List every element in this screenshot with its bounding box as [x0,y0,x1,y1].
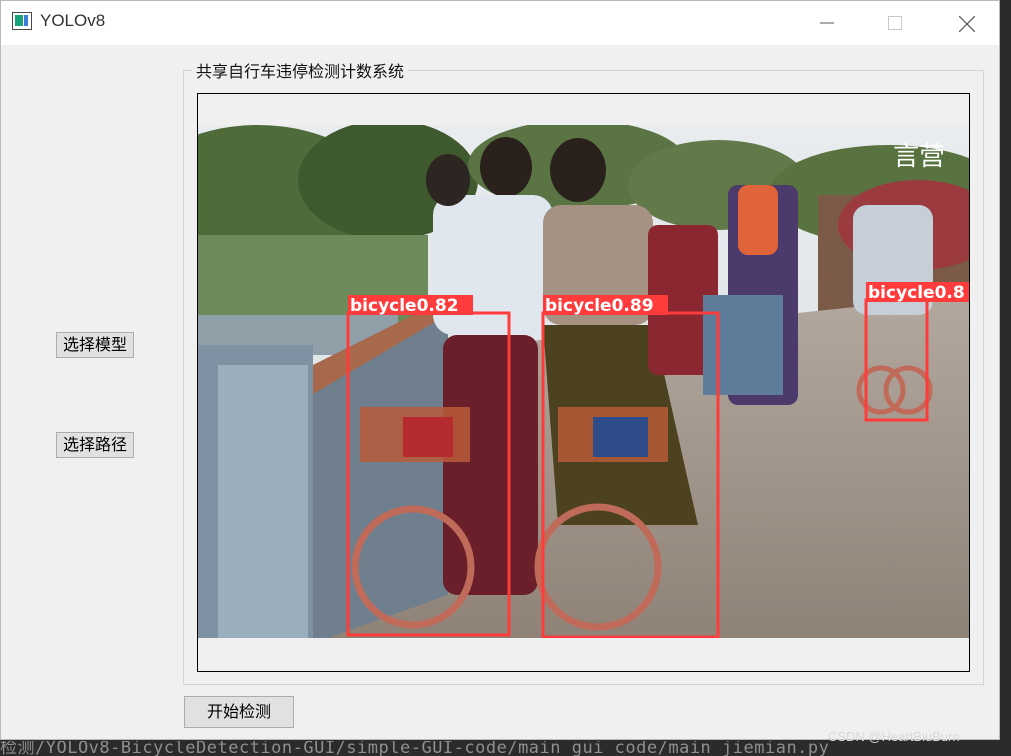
select-model-button[interactable]: 选择模型 [56,332,134,358]
minimize-icon [820,22,834,24]
maximize-icon [888,16,902,30]
close-button[interactable] [943,1,989,45]
detection-label-2: bicycle0.89 [545,296,654,316]
select-path-button[interactable]: 选择路径 [56,432,134,458]
detection-result-image: 言营 bicycle0.82 bicycle0.89 bicycle0.8 [198,125,969,638]
photo-logo: 言营 [893,142,945,172]
title-bar[interactable]: YOLOv8 [1,1,999,45]
window-title: YOLOv8 [40,11,106,30]
minimize-button[interactable] [804,1,850,45]
watermark-text: CSDN @HeartBiuBurn [828,729,960,744]
detection-label-3: bicycle0.8 [868,283,965,303]
maximize-button[interactable] [872,1,918,45]
close-icon [959,16,975,32]
start-detection-button[interactable]: 开始检测 [184,696,294,728]
app-icon [12,12,32,30]
detection-label-1: bicycle0.82 [350,296,459,316]
group-title: 共享自行车违停检测计数系统 [192,58,409,82]
